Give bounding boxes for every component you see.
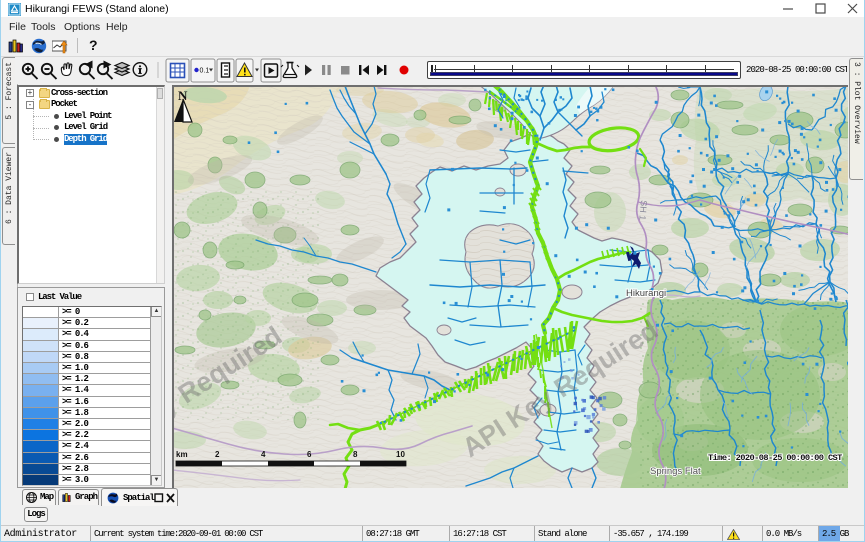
svg-text:km: km xyxy=(176,450,188,459)
svg-text:6: 6 xyxy=(307,450,312,459)
svg-text:2: 2 xyxy=(215,450,220,459)
svg-text:4: 4 xyxy=(261,450,266,459)
svg-text:10: 10 xyxy=(396,450,405,459)
svg-text:Springs Flat: Springs Flat xyxy=(650,466,701,477)
svg-text:0.1: 0.1 xyxy=(200,68,210,75)
svg-text:SH 1: SH 1 xyxy=(637,200,649,221)
svg-text:Hikurangi: Hikurangi xyxy=(626,288,666,299)
svg-text:8: 8 xyxy=(353,450,358,459)
svg-text:Time: 2020-08-25 00:00:00 CST: Time: 2020-08-25 00:00:00 CST xyxy=(708,453,842,463)
